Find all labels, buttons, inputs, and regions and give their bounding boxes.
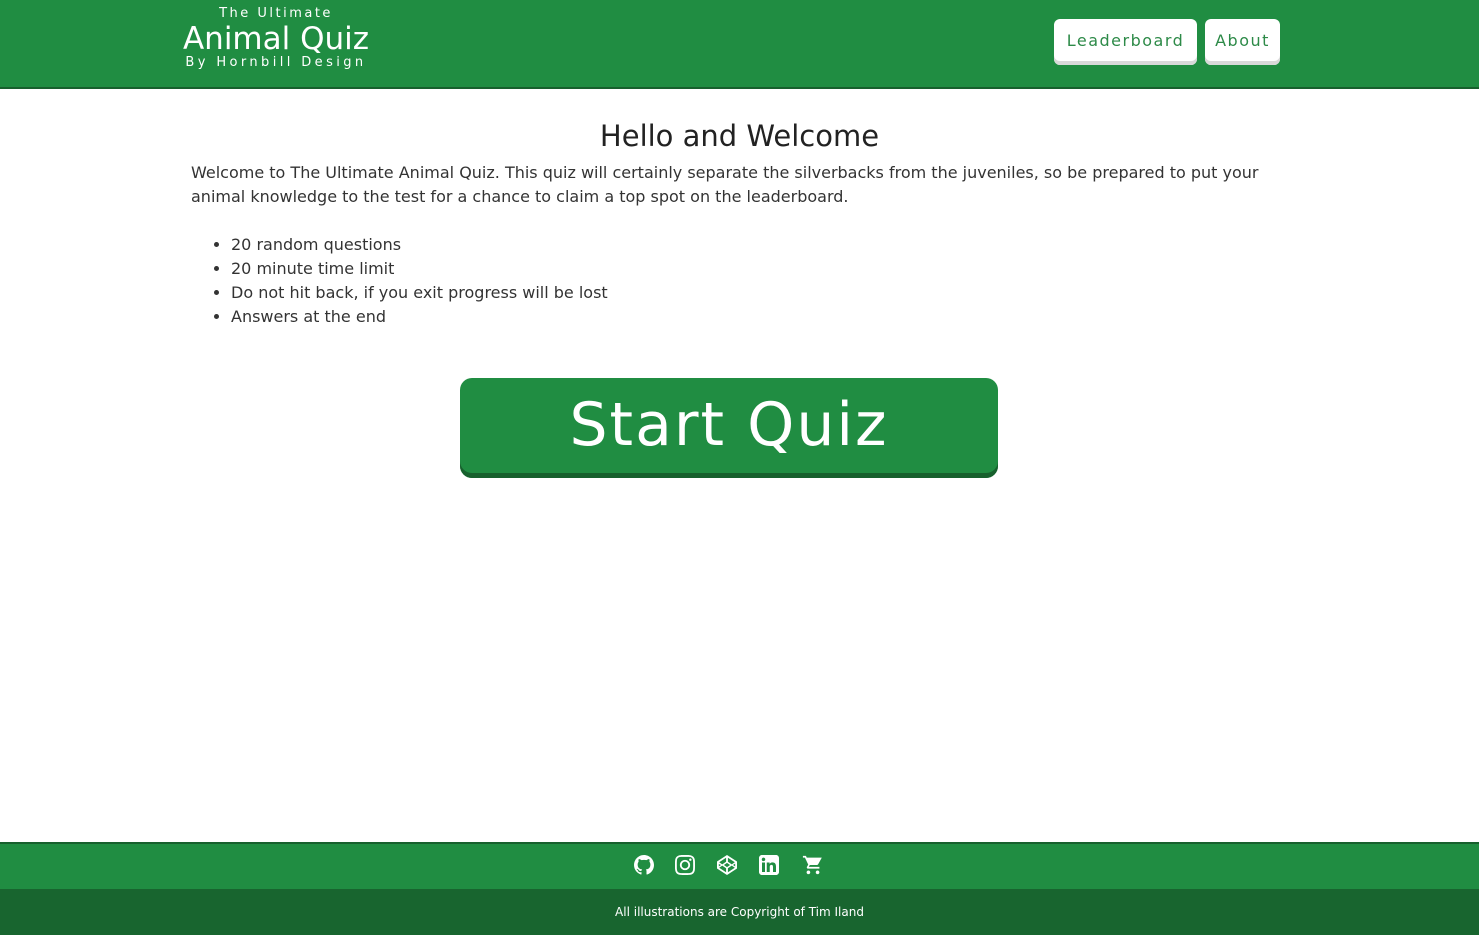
- page: The Ultimate Animal Quiz By Hornbill Des…: [0, 0, 1479, 935]
- linkedin-icon[interactable]: [758, 854, 780, 876]
- site-logo[interactable]: The Ultimate Animal Quiz By Hornbill Des…: [173, 6, 379, 70]
- start-quiz-button[interactable]: Start Quiz: [460, 378, 998, 478]
- rule-item: 20 minute time limit: [231, 257, 608, 281]
- page-title: Hello and Welcome: [599, 119, 880, 153]
- github-icon[interactable]: [633, 854, 655, 876]
- leaderboard-button[interactable]: Leaderboard: [1054, 19, 1197, 65]
- logo-tagline-top: The Ultimate: [219, 6, 333, 21]
- rule-item: 20 random questions: [231, 233, 608, 257]
- codepen-icon[interactable]: [716, 854, 738, 876]
- site-header: The Ultimate Animal Quiz By Hornbill Des…: [0, 0, 1479, 89]
- about-button[interactable]: About: [1205, 19, 1280, 65]
- instagram-icon[interactable]: [674, 854, 696, 876]
- rule-item: Do not hit back, if you exit progress wi…: [231, 281, 608, 305]
- social-links-bar: [0, 842, 1479, 889]
- logo-byline: By Hornbill Design: [185, 55, 367, 70]
- rules-list: 20 random questions 20 minute time limit…: [191, 233, 608, 329]
- logo-title: Animal Quiz: [182, 21, 370, 57]
- rule-item: Answers at the end: [231, 305, 608, 329]
- intro-text: Welcome to The Ultimate Animal Quiz. Thi…: [191, 163, 1259, 206]
- copyright-text: All illustrations are Copyright of Tim I…: [0, 889, 1479, 935]
- shopping-cart-icon[interactable]: [801, 854, 825, 876]
